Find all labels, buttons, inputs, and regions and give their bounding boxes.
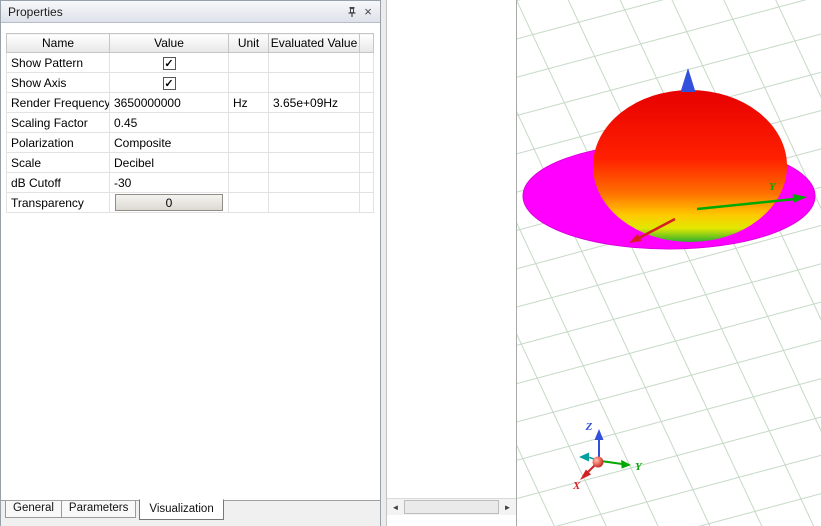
unit-cell [228, 192, 269, 213]
pin-button[interactable] [344, 4, 360, 20]
show-axis-checkbox[interactable]: ✓ [162, 76, 176, 90]
viewport-canvas[interactable]: Y Z Y X [517, 0, 821, 526]
evaluated-cell [268, 152, 360, 173]
row-label: dB Cutoff [6, 172, 110, 193]
evaluated-cell [268, 132, 360, 153]
transparency-button[interactable]: 0 [115, 194, 223, 211]
column-header-name: Name [6, 33, 110, 53]
grid-lines-steep [517, 0, 821, 526]
polarization-value[interactable]: Composite [109, 132, 229, 153]
evaluated-cell [268, 72, 360, 93]
tab-parameters[interactable]: Parameters [60, 501, 137, 518]
unit-cell [228, 112, 269, 133]
column-header-spare [359, 33, 374, 53]
unit-cell [228, 72, 269, 93]
scale-value[interactable]: Decibel [109, 152, 229, 173]
spare-cell [359, 92, 374, 113]
table-row: Polarization Composite [6, 132, 374, 153]
evaluated-cell [268, 112, 360, 133]
application-window: Properties × Name Value Unit Evaluated V… [0, 0, 821, 526]
table-row: Show Pattern ✓ [6, 52, 374, 73]
panel-title: Properties [8, 4, 63, 19]
show-pattern-value-cell[interactable]: ✓ [109, 52, 229, 73]
properties-table: Name Value Unit Evaluated Value Show Pat… [6, 33, 374, 213]
evaluated-cell [268, 172, 360, 193]
properties-titlebar: Properties × [1, 1, 380, 23]
evaluated-cell [268, 192, 360, 213]
row-label: Render Frequency [6, 92, 110, 113]
row-label: Scale [6, 152, 110, 173]
column-header-evaluated-value: Evaluated Value [268, 33, 360, 53]
show-axis-value-cell[interactable]: ✓ [109, 72, 229, 93]
spare-cell [359, 172, 374, 193]
close-icon: × [364, 3, 372, 19]
pin-icon [348, 6, 356, 17]
table-row: Show Axis ✓ [6, 72, 374, 93]
origin-sphere [592, 456, 604, 468]
unit-cell [228, 172, 269, 193]
evaluated-cell: 3.65e+09Hz [268, 92, 360, 113]
spare-cell [359, 192, 374, 213]
unit-cell [228, 132, 269, 153]
close-button[interactable]: × [360, 4, 376, 20]
db-cutoff-value[interactable]: -30 [109, 172, 229, 193]
row-label: Transparency [6, 192, 110, 213]
spare-cell [359, 152, 374, 173]
scroll-right-button[interactable]: ► [499, 499, 516, 515]
table-row: Render Frequency 3650000000 Hz 3.65e+09H… [6, 92, 374, 113]
3d-viewport[interactable]: Y Z Y X [516, 0, 821, 526]
row-label: Scaling Factor [6, 112, 110, 133]
unit-cell [228, 152, 269, 173]
horizontal-scrollbar[interactable]: ◄ ► [387, 498, 516, 515]
column-header-unit: Unit [228, 33, 269, 53]
empty-pane: ◄ ► [387, 0, 516, 526]
table-row: Scaling Factor 0.45 [6, 112, 374, 133]
column-header-value: Value [109, 33, 229, 53]
table-row: Transparency 0 [6, 192, 374, 213]
row-label: Show Axis [6, 72, 110, 93]
row-label: Show Pattern [6, 52, 110, 73]
tab-visualization[interactable]: Visualization [139, 499, 224, 520]
spare-cell [359, 132, 374, 153]
cs-x-label: X [572, 480, 581, 492]
spare-cell [359, 72, 374, 93]
scrollbar-thumb[interactable] [404, 500, 499, 514]
unit-cell: Hz [228, 92, 269, 113]
scroll-left-icon: ◄ [391, 502, 400, 512]
render-frequency-value[interactable]: 3650000000 [109, 92, 229, 113]
spare-cell [359, 112, 374, 133]
scroll-right-icon: ► [503, 502, 512, 512]
bottom-tab-strip: General Parameters Visualization [1, 499, 380, 526]
tab-general[interactable]: General [5, 501, 62, 518]
radiation-pattern-dome[interactable] [593, 90, 787, 242]
table-row: dB Cutoff -30 [6, 172, 374, 193]
evaluated-cell [268, 52, 360, 73]
table-row: Scale Decibel [6, 152, 374, 173]
scaling-factor-value[interactable]: 0.45 [109, 112, 229, 133]
scroll-left-button[interactable]: ◄ [387, 499, 404, 515]
spare-cell [359, 52, 374, 73]
row-label: Polarization [6, 132, 110, 153]
table-header-row: Name Value Unit Evaluated Value [6, 33, 374, 53]
cs-z-label: Z [585, 421, 593, 433]
properties-panel: Properties × Name Value Unit Evaluated V… [0, 0, 381, 526]
transparency-value-cell: 0 [109, 192, 229, 213]
unit-cell [228, 52, 269, 73]
show-pattern-checkbox[interactable]: ✓ [162, 56, 176, 70]
